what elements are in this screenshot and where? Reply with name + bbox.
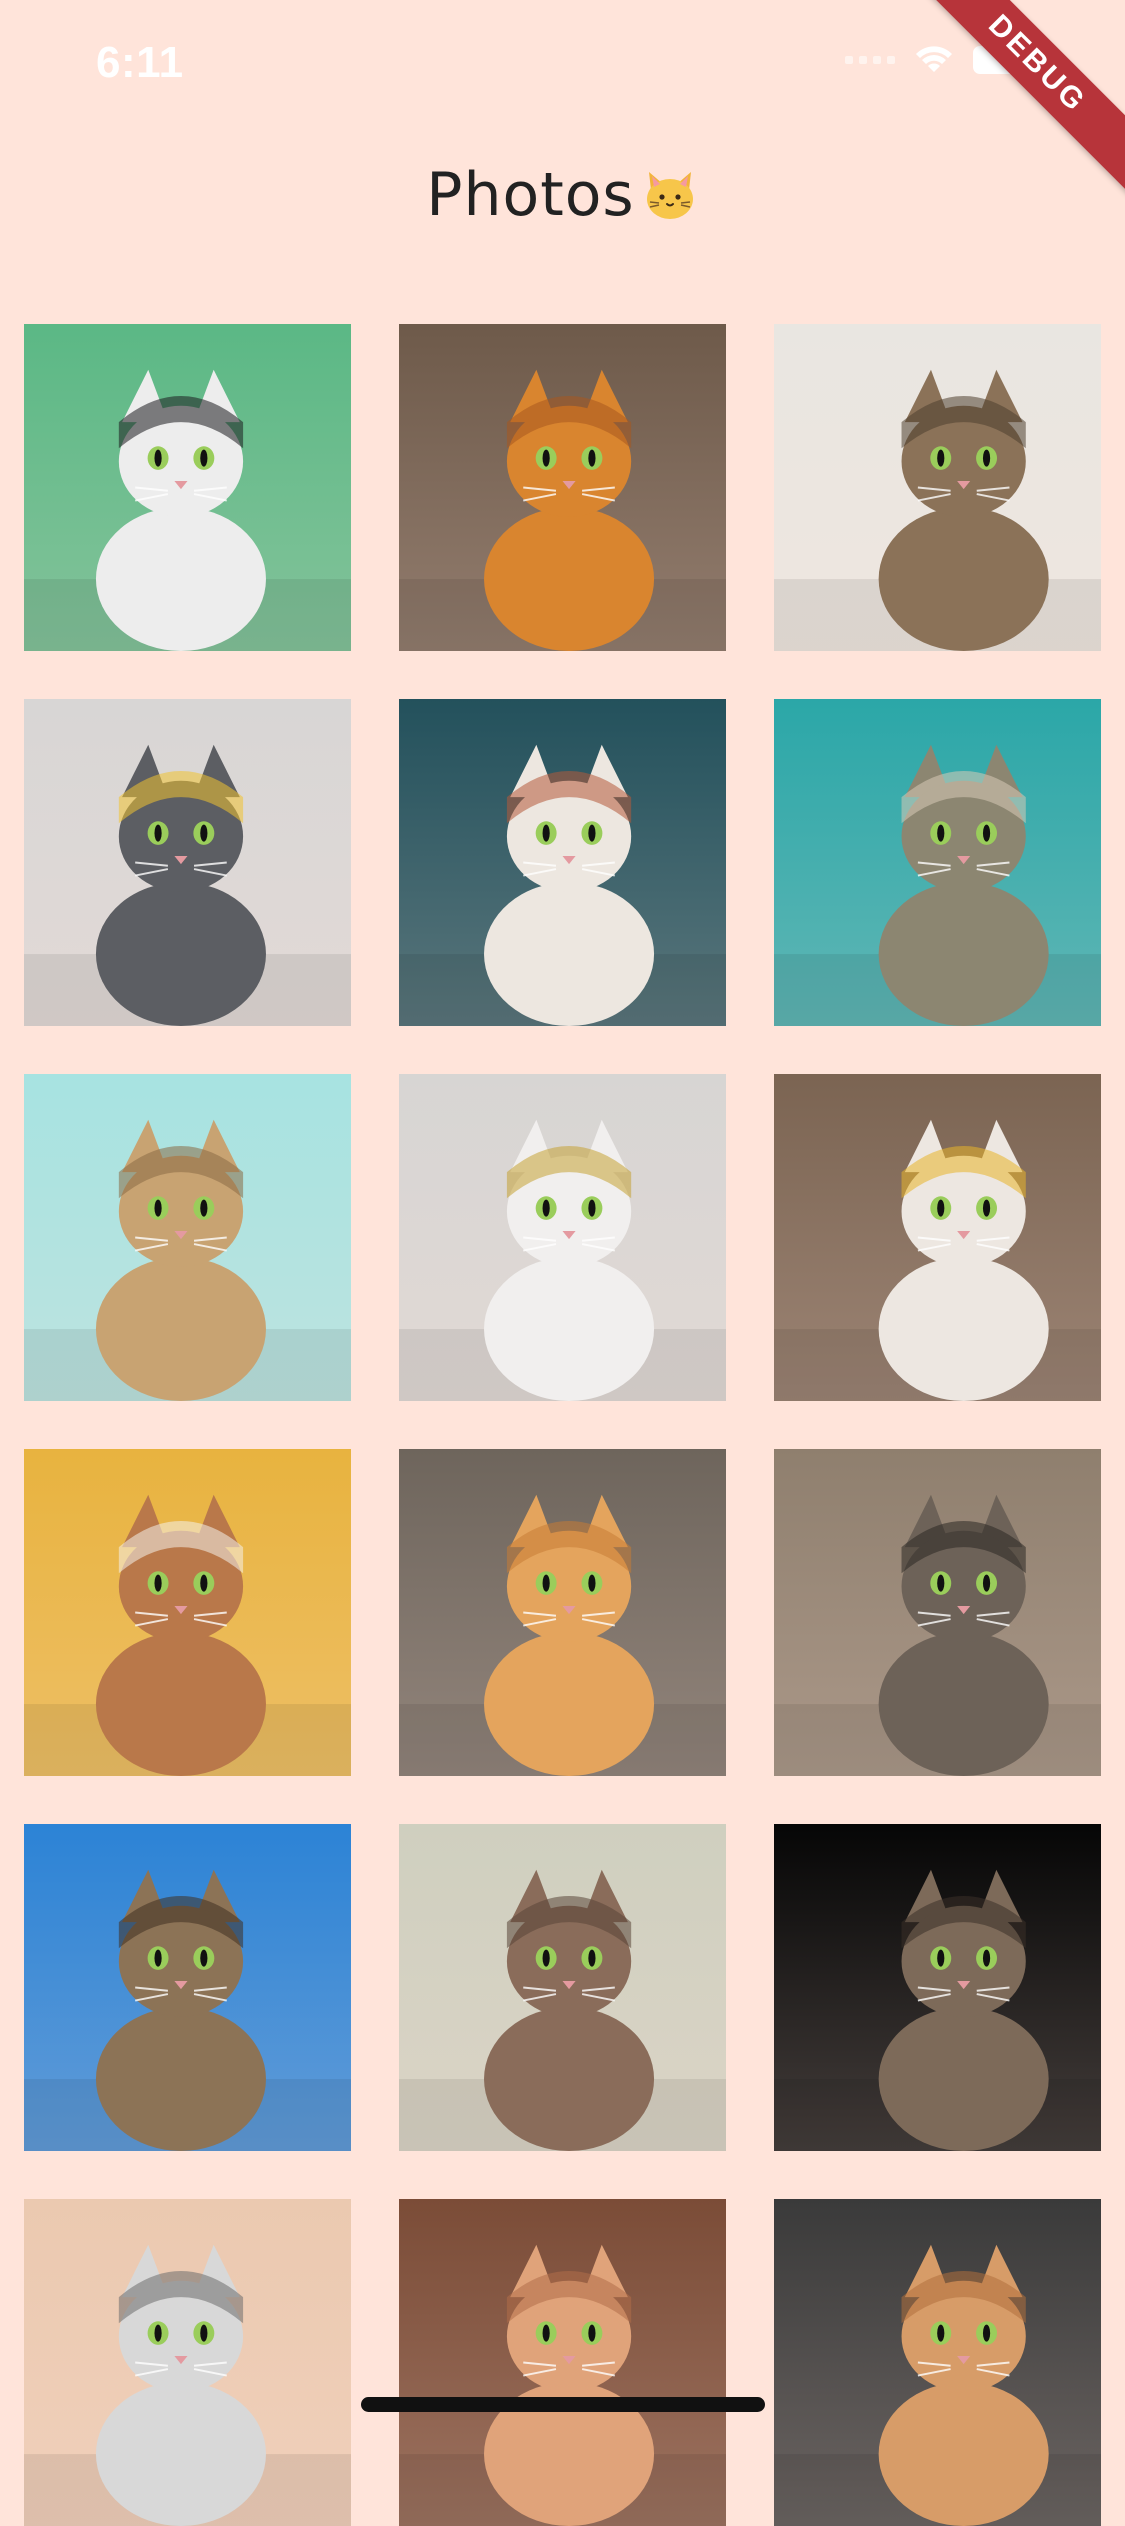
photo-tile[interactable] bbox=[24, 324, 351, 651]
photo-tile[interactable] bbox=[774, 699, 1101, 1026]
cat-photo-icon bbox=[399, 1074, 726, 1401]
cat-photo-icon bbox=[399, 1449, 726, 1776]
cat-photo-icon bbox=[774, 2199, 1101, 2526]
cat-face-icon bbox=[641, 166, 699, 224]
photo-tile[interactable] bbox=[24, 1824, 351, 2151]
photo-tile[interactable] bbox=[774, 2199, 1101, 2526]
photo-grid bbox=[24, 324, 1101, 2526]
cat-photo-icon bbox=[24, 1449, 351, 1776]
cellular-signal-icon bbox=[845, 56, 895, 64]
photo-tile[interactable] bbox=[24, 1074, 351, 1401]
header: Photos bbox=[0, 160, 1125, 230]
cat-photo-icon bbox=[24, 1074, 351, 1401]
cat-photo-icon bbox=[774, 1449, 1101, 1776]
photo-tile[interactable] bbox=[399, 2199, 726, 2526]
photo-tile[interactable] bbox=[399, 324, 726, 651]
photo-tile[interactable] bbox=[24, 2199, 351, 2526]
cat-photo-icon bbox=[399, 1824, 726, 2151]
photo-tile[interactable] bbox=[24, 1449, 351, 1776]
cat-photo-icon bbox=[24, 1824, 351, 2151]
cat-photo-icon bbox=[399, 2199, 726, 2526]
photo-tile[interactable] bbox=[24, 699, 351, 1026]
home-indicator[interactable] bbox=[361, 2397, 765, 2412]
photo-tile[interactable] bbox=[774, 324, 1101, 651]
cat-photo-icon bbox=[399, 324, 726, 651]
cat-photo-icon bbox=[24, 699, 351, 1026]
photo-tile[interactable] bbox=[399, 1074, 726, 1401]
photo-tile[interactable] bbox=[399, 1824, 726, 2151]
photo-tile[interactable] bbox=[399, 1449, 726, 1776]
photo-tile[interactable] bbox=[774, 1449, 1101, 1776]
cat-photo-icon bbox=[24, 324, 351, 651]
cat-photo-icon bbox=[399, 699, 726, 1026]
cat-photo-icon bbox=[774, 1824, 1101, 2151]
status-time: 6:11 bbox=[96, 38, 184, 87]
cat-photo-icon bbox=[24, 2199, 351, 2526]
cat-photo-icon bbox=[774, 324, 1101, 651]
photo-tile[interactable] bbox=[774, 1074, 1101, 1401]
cat-photo-icon bbox=[774, 699, 1101, 1026]
page-title: Photos bbox=[426, 160, 635, 230]
photo-tile[interactable] bbox=[399, 699, 726, 1026]
wifi-icon bbox=[913, 44, 955, 76]
photo-tile[interactable] bbox=[774, 1824, 1101, 2151]
cat-photo-icon bbox=[774, 1074, 1101, 1401]
